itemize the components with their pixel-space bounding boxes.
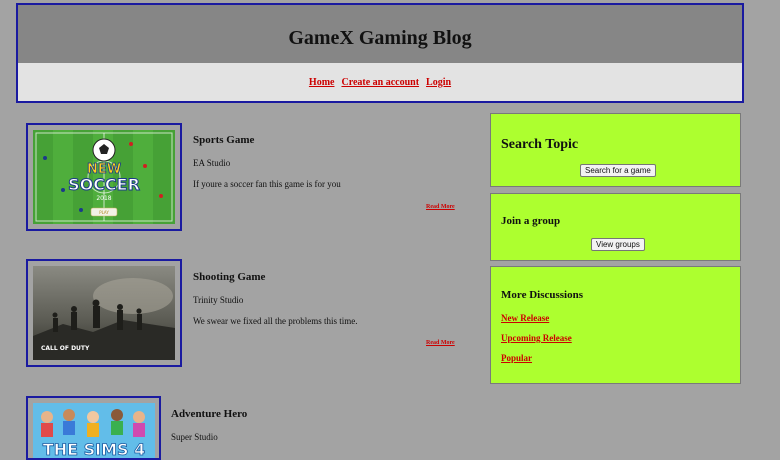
nav-login-link[interactable]: Login	[426, 77, 451, 88]
nav-home-link[interactable]: Home	[309, 77, 335, 88]
new-release-link[interactable]: New Release	[501, 313, 549, 323]
read-more-link[interactable]: Read More	[426, 204, 455, 210]
nav-create-account-link[interactable]: Create an account	[341, 77, 419, 88]
post-thumbnail-frame[interactable]: THE SIMS 4	[26, 396, 161, 460]
site-header: GameX Gaming Blog Home Create an account…	[16, 3, 744, 103]
adventure-game-image: THE SIMS 4	[33, 403, 155, 458]
more-discussions-box: More Discussions New Release Upcoming Re…	[490, 266, 741, 384]
thumb-text-soccer: SOCCER	[68, 175, 140, 194]
post-studio: Super Studio	[171, 432, 218, 442]
post-studio: EA Studio	[193, 158, 231, 168]
view-groups-button[interactable]: View groups	[591, 238, 645, 251]
thumb-text-year: 2018	[96, 195, 111, 202]
thumb-text-sims: THE SIMS 4	[43, 440, 145, 458]
post-description: We swear we fixed all the problems this …	[193, 316, 358, 326]
post-thumbnail-frame[interactable]: NEW SOCCER 2018 PLAY	[26, 123, 182, 231]
popular-link[interactable]: Popular	[501, 353, 532, 363]
post-description: If youre a soccer fan this game is for y…	[193, 179, 341, 189]
more-discussions-heading: More Discussions	[501, 289, 583, 301]
main-nav: Home Create an account Login	[18, 63, 742, 101]
join-group-box: Join a group View groups	[490, 193, 741, 261]
post-title: Adventure Hero	[171, 408, 248, 420]
search-topic-heading: Search Topic	[501, 137, 579, 152]
thumb-text-cod: CALL OF DUTY	[41, 345, 90, 352]
shooting-game-image: CALL OF DUTY	[33, 266, 175, 360]
post-title: Sports Game	[193, 134, 255, 146]
site-title: GameX Gaming Blog	[288, 26, 472, 49]
search-game-button[interactable]: Search for a game	[580, 164, 656, 177]
post-studio: Trinity Studio	[193, 295, 244, 305]
post-title: Shooting Game	[193, 271, 266, 283]
read-more-link[interactable]: Read More	[426, 340, 455, 346]
join-group-heading: Join a group	[501, 215, 561, 227]
upcoming-release-link[interactable]: Upcoming Release	[501, 333, 572, 343]
post-thumbnail-frame[interactable]: CALL OF DUTY	[26, 259, 182, 367]
search-topic-box: Search Topic Search for a game	[490, 113, 741, 187]
header-title-band: GameX Gaming Blog	[18, 5, 742, 63]
soccer-game-image: NEW SOCCER 2018 PLAY	[33, 130, 175, 224]
thumb-text-play: PLAY	[99, 210, 109, 215]
